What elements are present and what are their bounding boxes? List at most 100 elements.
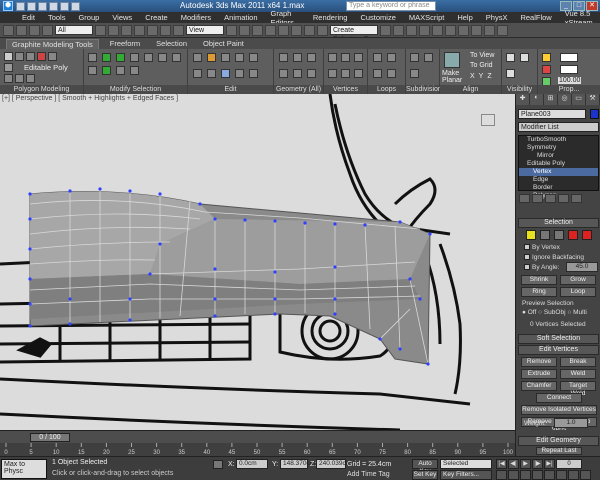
viewport-label[interactable]: [+] [ Perspective ] [ Smooth + Highlight… xyxy=(2,95,178,102)
maximize-viewport-icon[interactable] xyxy=(580,470,591,480)
quickslice-icon[interactable] xyxy=(221,53,230,62)
menu-animation[interactable]: Animation xyxy=(224,13,257,22)
hide-unselected-icon[interactable] xyxy=(520,53,529,62)
select-object-icon[interactable] xyxy=(95,24,106,36)
pan-icon[interactable] xyxy=(556,470,567,480)
modifier-list-dropdown[interactable]: Modifier List xyxy=(518,122,599,132)
layer-manager-icon[interactable] xyxy=(406,24,417,36)
loop-tools-icon[interactable] xyxy=(373,53,382,62)
set-key-button[interactable]: Set Key xyxy=(412,470,438,480)
pivot-icon[interactable] xyxy=(226,24,237,36)
go-to-start-icon[interactable]: |◀ xyxy=(496,459,507,469)
menu-views[interactable]: Views xyxy=(112,13,132,22)
material-editor-icon[interactable] xyxy=(458,24,469,36)
by-angle-spinner[interactable]: 45.0 xyxy=(566,262,598,272)
panel-label-loops[interactable]: Loops xyxy=(368,85,405,94)
loop-icon[interactable] xyxy=(102,53,111,62)
graphite-toggle-icon[interactable] xyxy=(419,24,430,36)
show-end-icon[interactable] xyxy=(15,74,24,83)
axis-xyz-buttons[interactable]: XYZ xyxy=(470,73,496,80)
chamfer-button[interactable]: Chamfer xyxy=(521,381,557,391)
polygon-subobject-icon[interactable] xyxy=(568,230,578,240)
detach-icon[interactable] xyxy=(279,69,288,78)
insert-loop-icon[interactable] xyxy=(387,53,396,62)
keyboard-shortcut-icon[interactable] xyxy=(252,24,263,36)
viewcube-icon[interactable] xyxy=(481,114,495,126)
cut-icon[interactable] xyxy=(249,53,258,62)
preview-multi-radio[interactable]: ○ Multi xyxy=(567,309,586,316)
checkbox-box-icon[interactable] xyxy=(524,244,530,251)
ignore-backfacing-checkbox[interactable]: Ignore Backfacing xyxy=(524,254,584,261)
key-mode-dropdown[interactable]: Selected xyxy=(440,459,492,469)
axis-x-button[interactable]: X xyxy=(470,73,479,80)
swiftloop-icon[interactable] xyxy=(235,53,244,62)
hide-selected-icon[interactable] xyxy=(506,53,515,62)
edit-named-sets-icon[interactable] xyxy=(317,24,328,36)
maxscript-listener[interactable]: Max to Physc xyxy=(1,459,47,479)
vertex-break-icon[interactable] xyxy=(341,53,350,62)
pin-stack-button-icon[interactable] xyxy=(519,194,530,203)
align-to-grid-button[interactable]: To Grid xyxy=(470,62,493,69)
quadrify-icon[interactable] xyxy=(307,69,316,78)
vertex-chamfer-icon[interactable] xyxy=(341,69,350,78)
zoom-all-icon[interactable] xyxy=(508,470,519,480)
search-input[interactable]: Type a keyword or phrase xyxy=(346,1,436,11)
weld-button[interactable]: Weld xyxy=(560,369,596,379)
schematic-view-icon[interactable] xyxy=(445,24,456,36)
time-slider-handle[interactable]: 0 / 100 xyxy=(30,433,70,442)
zoom-extents-icon[interactable] xyxy=(520,470,531,480)
menu-rendering[interactable]: Rendering xyxy=(313,13,348,22)
break-button[interactable]: Break xyxy=(560,357,596,367)
hierarchy-tab-icon[interactable]: ⊞ xyxy=(544,94,558,105)
shrink-button[interactable]: Shrink xyxy=(521,275,557,285)
object-color-swatch[interactable] xyxy=(590,109,599,119)
show-end-result-icon[interactable] xyxy=(532,194,543,203)
stack-item-border[interactable]: Border xyxy=(519,184,598,192)
menu-realflow[interactable]: RealFlow xyxy=(520,13,551,22)
vertex-mode-icon[interactable] xyxy=(4,52,13,61)
modify-tab-icon[interactable]: ◐ xyxy=(530,94,544,105)
border-subobject-icon[interactable] xyxy=(554,230,564,240)
constraints-normal-icon[interactable] xyxy=(249,69,258,78)
key-filters-button[interactable]: Key Filters... xyxy=(440,470,492,480)
new-file-icon[interactable] xyxy=(16,1,25,11)
select-by-name-icon[interactable] xyxy=(108,24,119,36)
loop-button[interactable]: Loop xyxy=(560,287,596,297)
panel-label-align[interactable]: Align xyxy=(440,85,501,94)
rendered-frame-icon[interactable] xyxy=(484,24,495,36)
shrink-icon[interactable] xyxy=(88,66,97,75)
align-to-view-button[interactable]: To View xyxy=(470,52,494,59)
modify-mode-icon[interactable] xyxy=(4,63,13,72)
color-swatch-white-2[interactable] xyxy=(560,65,578,74)
panel-label-edit[interactable]: Edit xyxy=(188,85,273,94)
element-mode-icon[interactable] xyxy=(48,52,57,61)
vertex-remove-icon[interactable] xyxy=(328,53,337,62)
remove-modifier-icon[interactable] xyxy=(558,194,569,203)
undo-icon[interactable] xyxy=(49,1,58,11)
named-selection-dropdown[interactable]: Create Selection Se xyxy=(330,25,378,43)
make-planar-icon[interactable] xyxy=(444,52,460,68)
rollout-selection[interactable]: Selection xyxy=(518,218,599,228)
constraints-edge-icon[interactable] xyxy=(221,69,230,78)
tessellate-icon[interactable] xyxy=(424,53,433,62)
vertex-target-weld-icon[interactable] xyxy=(354,69,363,78)
angle-snap-icon[interactable] xyxy=(278,24,289,36)
stack-item-turbosmooth[interactable]: TurboSmooth xyxy=(519,136,598,144)
menu-group[interactable]: Group xyxy=(78,13,99,22)
vertex-weld-icon[interactable] xyxy=(328,69,337,78)
panel-label-polygon-modeling[interactable]: Polygon Modeling xyxy=(0,85,83,94)
curve-editor-icon[interactable] xyxy=(432,24,443,36)
axis-z-button[interactable]: Z xyxy=(487,73,495,80)
display-tab-icon[interactable]: ▭ xyxy=(572,94,586,105)
percent-snap-icon[interactable] xyxy=(291,24,302,36)
preserve-uvs-icon[interactable] xyxy=(193,53,202,62)
stack-item-symmetry[interactable]: Symmetry xyxy=(519,144,598,152)
polygon-mode-icon[interactable] xyxy=(37,52,46,61)
edge-mode-icon[interactable] xyxy=(15,52,24,61)
ring-button[interactable]: Ring xyxy=(521,287,557,297)
save-file-icon[interactable] xyxy=(38,1,47,11)
fill-icon[interactable] xyxy=(130,66,139,75)
border-mode-icon[interactable] xyxy=(26,52,35,61)
scale-icon[interactable] xyxy=(173,24,184,36)
percent-field[interactable]: 100.00 xyxy=(558,77,582,84)
